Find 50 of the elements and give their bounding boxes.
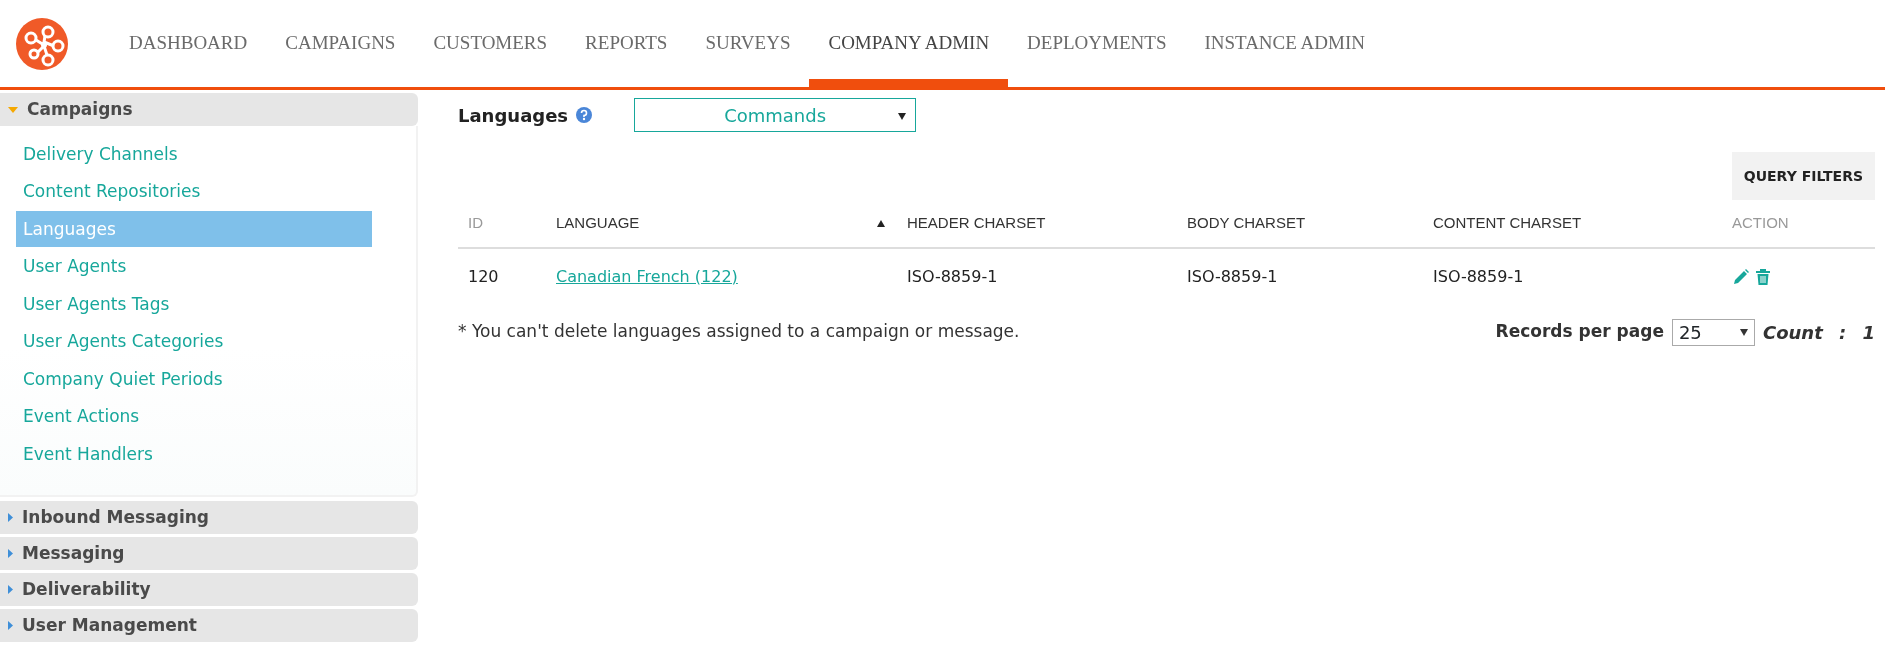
sidebar-item[interactable]: User Agents Tags <box>16 285 372 322</box>
column-header: ACTION <box>1732 214 1789 231</box>
edit-icon[interactable] <box>1732 268 1750 286</box>
help-icon[interactable] <box>576 107 593 123</box>
caret-down-icon <box>8 106 18 113</box>
caret-right-icon <box>8 513 13 522</box>
record-count: Count : 1 <box>1762 320 1875 345</box>
nav-tab[interactable]: INSTANCE ADMIN <box>1185 0 1384 87</box>
table-cell: ISO-8859-1 <box>897 247 1177 313</box>
query-filters-button[interactable]: QUERY FILTERS <box>1731 152 1875 200</box>
nav-tab[interactable]: DASHBOARD <box>110 0 267 87</box>
delete-icon[interactable] <box>1755 268 1772 286</box>
table-cell: 120 <box>458 247 546 313</box>
caret-icon <box>898 113 907 120</box>
sidebar-item[interactable]: Event Actions <box>16 398 372 434</box>
sidebar-section-header[interactable]: Inbound Messaging <box>0 501 418 534</box>
logo-icon <box>16 17 68 70</box>
nav-tab[interactable]: COMPANY ADMIN <box>809 0 1009 87</box>
sidebar-item[interactable]: Event Handlers <box>16 435 372 472</box>
sidebar-item[interactable]: User Agents <box>16 248 372 284</box>
nav-tab[interactable]: SURVEYS <box>686 0 810 87</box>
table-cell: ISO-8859-1 <box>1177 247 1423 313</box>
sidebar-item[interactable]: Company Quiet Periods <box>16 360 372 397</box>
records-per-page-label: Records per page <box>1495 320 1664 344</box>
nav-tab[interactable]: CAMPAIGNS <box>266 0 415 87</box>
caret-right-icon <box>8 549 13 558</box>
nav-tab[interactable]: CUSTOMERS <box>414 0 567 87</box>
records-per-page-select[interactable]: 25 <box>1671 318 1755 346</box>
caret-right-icon <box>8 621 13 630</box>
sidebar-section-header[interactable]: Campaigns <box>0 93 418 126</box>
table-cell: ISO-8859-1 <box>1423 247 1722 313</box>
column-header[interactable]: BODY CHARSET <box>1187 214 1306 231</box>
sidebar-item[interactable]: User Agents Categories <box>16 323 372 359</box>
nav-tab[interactable]: DEPLOYMENTS <box>1008 0 1186 87</box>
commands-dropdown[interactable]: Commands <box>634 98 917 132</box>
sidebar-section-header[interactable]: User Management <box>0 609 418 642</box>
caret-icon <box>1739 328 1748 336</box>
nav-tab[interactable]: REPORTS <box>566 0 687 87</box>
column-header[interactable]: CONTENT CHARSET <box>1433 214 1582 231</box>
page-title: Languages <box>458 103 569 128</box>
sidebar-item[interactable]: Content Repositories <box>16 173 372 209</box>
delete-note: * You can't delete languages assigned to a campaign or message. <box>458 320 1020 344</box>
sidebar-section-header[interactable]: Messaging <box>0 537 418 570</box>
caret-right-icon <box>8 585 13 594</box>
column-header[interactable]: LANGUAGE <box>556 214 640 231</box>
column-header[interactable]: HEADER CHARSET <box>907 214 1046 231</box>
sidebar-section-header[interactable]: Deliverability <box>0 573 418 606</box>
language-link[interactable]: Canadian French (122) <box>556 266 738 286</box>
sidebar-item[interactable]: Delivery Channels <box>16 135 372 172</box>
column-header: ID <box>468 214 483 231</box>
